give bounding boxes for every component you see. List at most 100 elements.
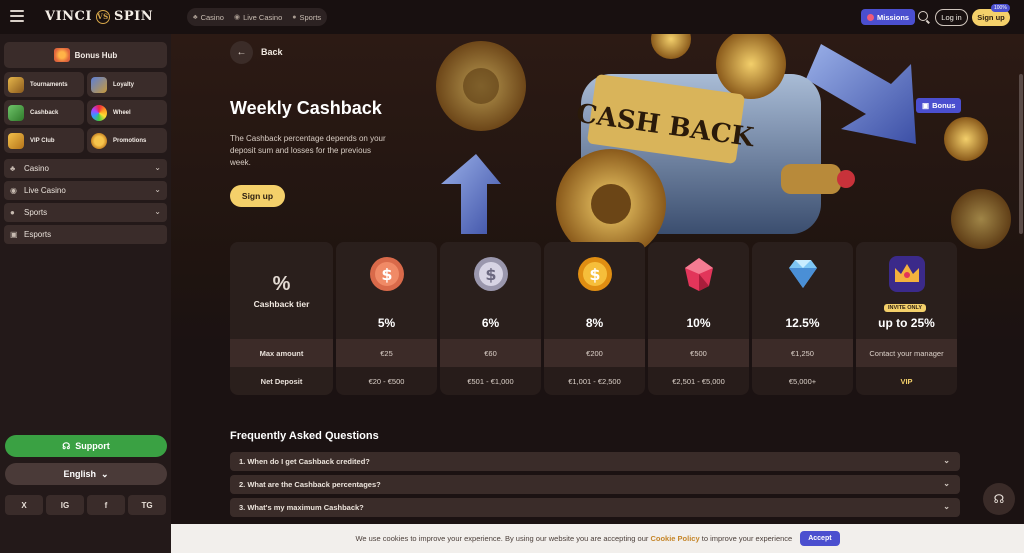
signup-badge: 100% bbox=[991, 4, 1010, 12]
facebook-icon[interactable]: f bbox=[87, 495, 125, 515]
shield-icon bbox=[91, 76, 107, 93]
tier-net-deposit: €5,000+ bbox=[788, 376, 817, 386]
bronze-coin-icon: $ bbox=[370, 257, 404, 291]
tile-loyalty[interactable]: Loyalty bbox=[87, 72, 167, 97]
logo-text-left: VINCI bbox=[45, 9, 92, 24]
back-label[interactable]: Back bbox=[261, 47, 283, 57]
tier-max-amount: €200 bbox=[544, 339, 645, 367]
cookie-text-2: to improve your experience bbox=[701, 534, 793, 543]
cookie-text: We use cookies to improve your experienc… bbox=[355, 534, 792, 543]
tile-label: Loyalty bbox=[113, 81, 135, 88]
support-button[interactable]: ☊ Support bbox=[5, 435, 167, 457]
faq-item[interactable]: 3. What's my maximum Cashback? ⌄ bbox=[230, 498, 960, 517]
nav-casino[interactable]: ♣ Casino bbox=[193, 13, 224, 22]
tile-label: VIP Club bbox=[30, 137, 55, 144]
sidebar-item-live-casino[interactable]: ◉ Live Casino ⌄ bbox=[4, 181, 167, 200]
page-description: The Cashback percentage depends on your … bbox=[230, 134, 386, 167]
missions-label: Missions bbox=[877, 12, 910, 22]
scrollbar[interactable] bbox=[1019, 74, 1023, 234]
arrow-left-icon: ← bbox=[236, 47, 247, 58]
faq-question: 2. What are the Cashback percentages? bbox=[239, 480, 381, 489]
nav-sports-label: Sports bbox=[299, 12, 322, 22]
tier-top: INVITE ONLY up to 25% bbox=[856, 242, 957, 339]
top-header: VINCI VS SPIN ♣ Casino ◉ Live Casino ● Spor… bbox=[0, 0, 1024, 34]
tier-percent: 12.5% bbox=[785, 316, 820, 330]
tile-vip-club[interactable]: VIP Club bbox=[4, 128, 84, 153]
svg-text:$: $ bbox=[381, 265, 392, 284]
bonus-hub-button[interactable]: Bonus Hub bbox=[4, 42, 167, 68]
faq-item[interactable]: 1. When do I get Cashback credited? ⌄ bbox=[230, 452, 960, 471]
logo[interactable]: VINCI VS SPIN bbox=[45, 9, 153, 24]
sidebar-item-casino[interactable]: ♣ Casino ⌄ bbox=[4, 159, 167, 178]
nav-live-casino[interactable]: ◉ Live Casino bbox=[234, 13, 282, 22]
tier-header-top: % Cashback tier bbox=[230, 242, 333, 339]
language-label: English bbox=[63, 469, 96, 479]
tier-percent: 5% bbox=[377, 316, 396, 330]
missions-button[interactable]: Missions bbox=[861, 9, 916, 25]
chevron-down-icon: ⌄ bbox=[154, 185, 161, 194]
cookie-policy-link[interactable]: Cookie Policy bbox=[650, 534, 699, 543]
max-amount-label: Max amount bbox=[230, 339, 333, 367]
accept-cookies-button[interactable]: Accept bbox=[800, 531, 840, 546]
ruby-icon bbox=[685, 258, 713, 291]
percent-coin-icon bbox=[91, 132, 107, 149]
tier-top: $ 5% bbox=[336, 242, 437, 339]
sidebar-item-label: Sports bbox=[24, 208, 48, 217]
faq-question: 3. What's my maximum Cashback? bbox=[239, 503, 364, 512]
faq-item[interactable]: 2. What are the Cashback percentages? ⌄ bbox=[230, 475, 960, 494]
tier-net-deposit: VIP bbox=[900, 376, 913, 386]
sidebar-item-sports[interactable]: ● Sports ⌄ bbox=[4, 203, 167, 222]
support-chat-button[interactable]: ☊ bbox=[983, 483, 1015, 515]
tile-promotions[interactable]: Promotions bbox=[87, 128, 167, 153]
menu-icon[interactable] bbox=[10, 10, 24, 24]
live-icon: ◉ bbox=[233, 14, 241, 21]
back-button[interactable]: ← bbox=[230, 41, 253, 64]
tier-percent: up to 25% bbox=[878, 316, 935, 330]
wheel-icon bbox=[91, 104, 107, 121]
instagram-icon[interactable]: IG bbox=[46, 495, 84, 515]
gold-coin-icon: $ bbox=[578, 257, 612, 291]
cards-icon: ♣ bbox=[10, 164, 16, 173]
tier-header-column: % Cashback tier Max amount Net Deposit bbox=[230, 242, 333, 395]
chevron-down-icon: ⌄ bbox=[943, 502, 950, 511]
logo-text-right: SPIN bbox=[113, 9, 154, 24]
chevron-down-icon: ⌄ bbox=[943, 479, 950, 488]
sidebar: Bonus Hub Tournaments Loyalty Cashback W… bbox=[0, 34, 171, 553]
sidebar-item-esports[interactable]: ▣ Esports bbox=[4, 225, 167, 244]
bonus-pill[interactable]: ▣ Bonus bbox=[916, 98, 962, 113]
social-links: X IG f TG bbox=[5, 495, 166, 515]
tile-cashback[interactable]: Cashback bbox=[4, 100, 84, 125]
bonus-hub-label: Bonus Hub bbox=[74, 50, 118, 60]
cashback-machine-illustration: CASH BACK bbox=[436, 34, 1011, 249]
sidebar-item-label: Live Casino bbox=[24, 186, 66, 195]
tier-column: $ 8% €200 €1,001 - €2,500 bbox=[544, 242, 645, 395]
tier-top: $ 6% bbox=[440, 242, 541, 339]
signup-cta-button[interactable]: Sign up bbox=[230, 185, 285, 207]
telegram-icon[interactable]: TG bbox=[128, 495, 166, 515]
trophy-icon bbox=[8, 76, 24, 93]
nav-sports[interactable]: ● Sports bbox=[292, 13, 321, 22]
x-icon[interactable]: X bbox=[5, 495, 43, 515]
cashback-tiers-table: % Cashback tier Max amount Net Deposit $… bbox=[230, 242, 957, 395]
faq-question: 1. When do I get Cashback credited? bbox=[239, 457, 370, 466]
tier-column-vip: INVITE ONLY up to 25% Contact your manag… bbox=[856, 242, 957, 395]
tile-label: Wheel bbox=[113, 109, 131, 116]
tier-max-amount: €60 bbox=[440, 339, 541, 367]
silver-coin-icon: $ bbox=[474, 257, 508, 291]
crown-icon bbox=[8, 132, 24, 149]
net-deposit-label: Net Deposit bbox=[260, 376, 303, 386]
search-icon[interactable] bbox=[918, 11, 928, 21]
tier-max-amount: €500 bbox=[648, 339, 749, 367]
tier-column: 10% €500 €2,501 - €5,000 bbox=[648, 242, 749, 395]
tile-label: Promotions bbox=[113, 137, 147, 144]
cookie-banner: We use cookies to improve your experienc… bbox=[171, 524, 1024, 553]
login-button[interactable]: Log in bbox=[935, 9, 968, 26]
tier-max-amount: €1,250 bbox=[752, 339, 853, 367]
tile-wheel[interactable]: Wheel bbox=[87, 100, 167, 125]
nav-casino-label: Casino bbox=[200, 12, 224, 22]
live-icon: ◉ bbox=[10, 186, 17, 195]
tier-percent: 6% bbox=[481, 316, 500, 330]
headset-icon: ☊ bbox=[993, 492, 1005, 506]
tile-tournaments[interactable]: Tournaments bbox=[4, 72, 84, 97]
language-select[interactable]: English ⌄ bbox=[5, 463, 167, 485]
